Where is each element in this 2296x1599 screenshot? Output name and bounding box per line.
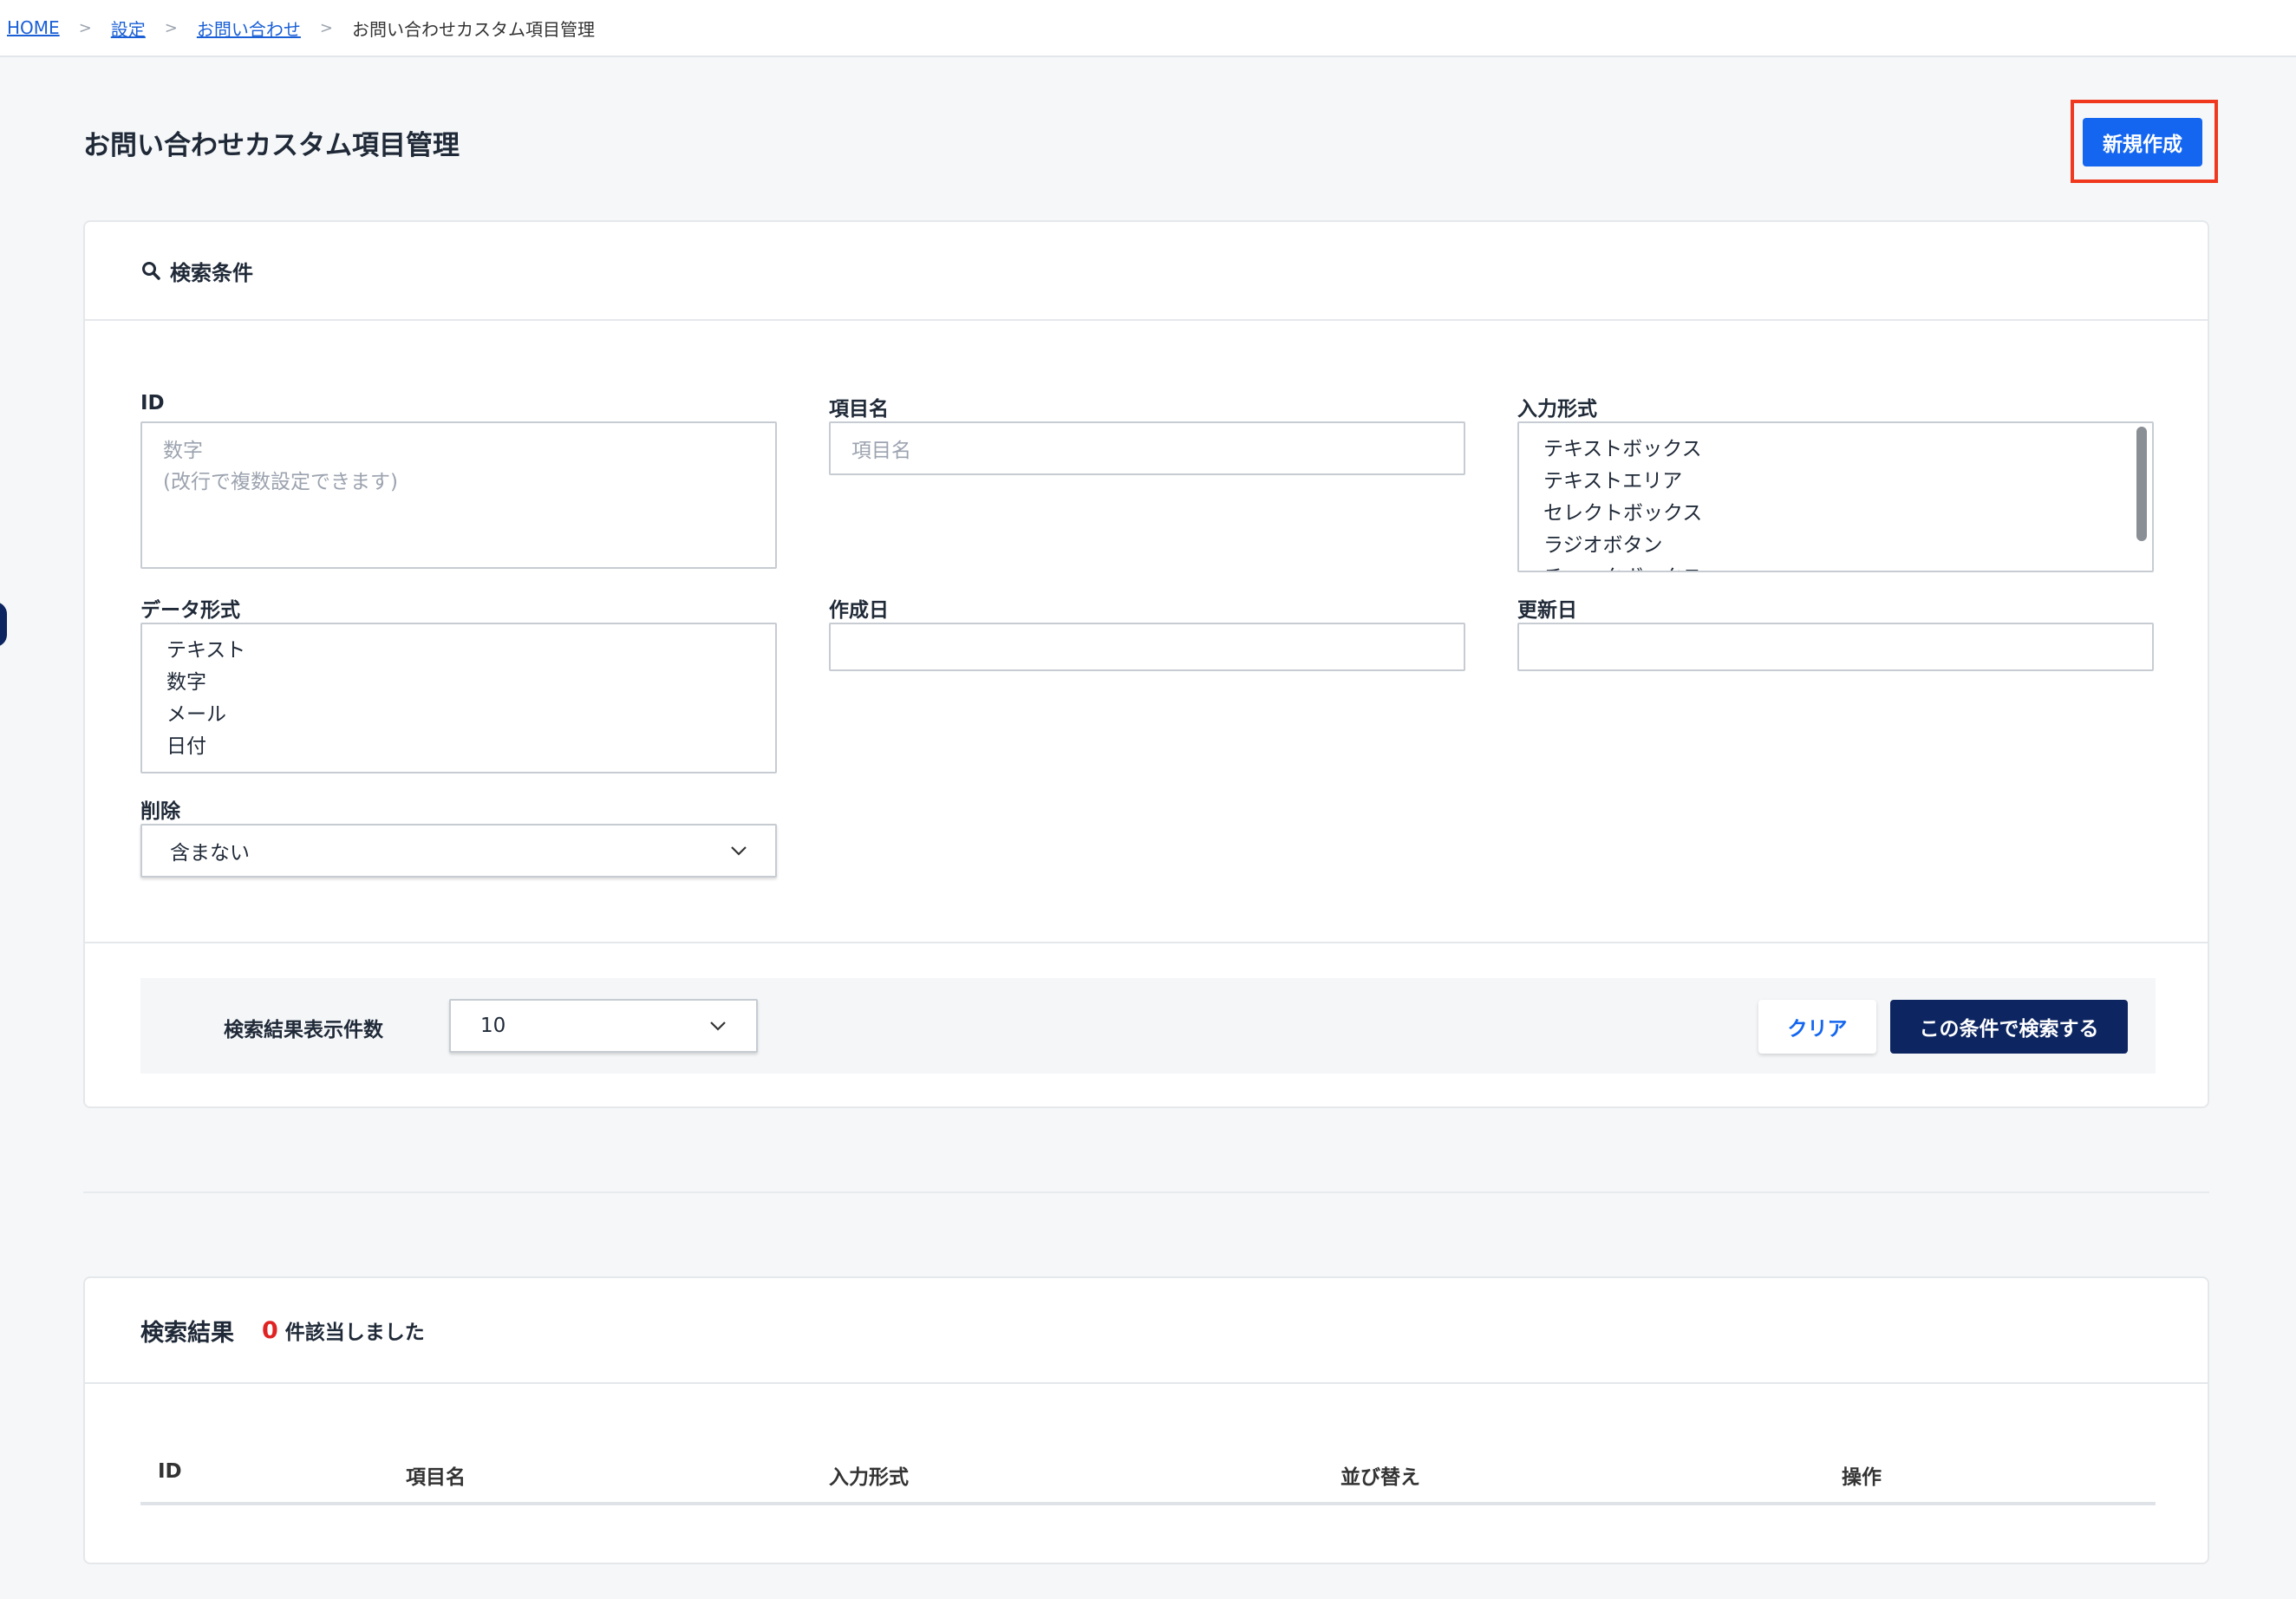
clear-button[interactable]: クリア [1758, 1000, 1876, 1054]
input-type-option[interactable]: テキストボックス [1543, 434, 2128, 466]
data-type-option[interactable]: メール [166, 699, 751, 731]
input-type-option[interactable]: テキストエリア [1543, 466, 2128, 498]
column-header-input-type: 入力形式 [829, 1466, 909, 1489]
column-header-sort-order: 並び替え [1340, 1466, 1420, 1489]
updated-date-input[interactable] [1517, 623, 2154, 671]
search-results-card: 検索結果 0 件該当しました ID 項目名 入力形式 並び替え 操作 [83, 1276, 2209, 1564]
page-title: お問い合わせカスタム項目管理 [83, 130, 460, 161]
column-header-actions: 操作 [1842, 1466, 1882, 1489]
breadcrumb-home-link[interactable]: HOME [7, 17, 60, 38]
item-name-label: 項目名 [829, 398, 889, 421]
rows-per-page-label: 検索結果表示件数 [224, 1019, 383, 1041]
results-count: 0 [262, 1316, 278, 1344]
rows-per-page-value: 10 [480, 1015, 506, 1037]
input-type-label: 入力形式 [1517, 398, 1597, 421]
breadcrumb-separator: > [78, 18, 92, 37]
chevron-down-icon [710, 1021, 726, 1031]
breadcrumb-current: お問い合わせカスタム項目管理 [351, 18, 595, 40]
created-date-input[interactable] [829, 623, 1465, 671]
rows-per-page-select[interactable]: 10 [449, 999, 758, 1053]
search-conditions-card: 検索条件 ID 数字 (改行で複数設定できます) 項目名 項目名 入力形式 テキ… [83, 220, 2209, 1108]
input-type-option[interactable]: チェックボックス [1543, 562, 2128, 571]
id-placeholder-hint: (改行で複数設定できます) [163, 471, 398, 493]
data-type-listbox[interactable]: テキスト 数字 メール 日付 [140, 623, 777, 773]
input-type-listbox[interactable]: テキストボックス テキストエリア セレクトボックス ラジオボタン チェックボック… [1517, 421, 2154, 572]
breadcrumb-separator: > [319, 18, 333, 37]
breadcrumb-settings-link[interactable]: 設定 [111, 16, 146, 41]
deleted-select[interactable]: 含まない [140, 824, 777, 878]
results-title: 検索結果 [140, 1319, 234, 1347]
breadcrumb-contact-link[interactable]: お問い合わせ [197, 16, 301, 41]
deleted-selected-value: 含まない [170, 842, 250, 865]
card-divider [85, 942, 2208, 943]
item-name-placeholder: 項目名 [851, 440, 911, 462]
item-name-input[interactable]: 項目名 [829, 421, 1465, 475]
search-submit-button[interactable]: この条件で検索する [1890, 1000, 2128, 1054]
data-type-label: データ形式 [140, 599, 240, 622]
data-type-option[interactable]: 日付 [166, 731, 751, 763]
results-table-header: ID 項目名 入力形式 並び替え 操作 [140, 1448, 2156, 1505]
page: HOME > 設定 > お問い合わせ > お問い合わせカスタム項目管理 お問い合… [0, 0, 2296, 1599]
new-create-button[interactable]: 新規作成 [2083, 118, 2202, 166]
id-label: ID [140, 392, 165, 414]
created-date-label: 作成日 [829, 599, 889, 622]
deleted-label: 削除 [140, 800, 180, 823]
search-conditions-title: 検索条件 [170, 260, 253, 285]
breadcrumb: HOME > 設定 > お問い合わせ > お問い合わせカスタム項目管理 [0, 0, 2296, 57]
breadcrumb-separator: > [164, 18, 178, 37]
data-type-option[interactable]: 数字 [166, 667, 751, 699]
search-conditions-header: 検索条件 [85, 222, 2208, 321]
side-panel-handle[interactable] [0, 602, 7, 647]
input-type-option[interactable]: セレクトボックス [1543, 498, 2128, 530]
search-icon [142, 262, 160, 280]
results-count-suffix: 件該当しました [284, 1322, 425, 1344]
chevron-down-icon [731, 846, 747, 856]
updated-date-label: 更新日 [1517, 599, 1577, 622]
id-placeholder: 数字 [163, 440, 203, 462]
id-textarea[interactable]: 数字 (改行で複数設定できます) [140, 421, 777, 569]
column-header-id: ID [158, 1460, 182, 1483]
input-type-option[interactable]: ラジオボタン [1543, 530, 2128, 562]
search-results-header: 検索結果 0 件該当しました [85, 1278, 2208, 1384]
data-type-option[interactable]: テキスト [166, 635, 751, 667]
input-type-scrollbar[interactable] [2136, 427, 2147, 541]
column-header-item-name: 項目名 [406, 1466, 466, 1489]
search-action-bar: 検索結果表示件数 10 クリア この条件で検索する [140, 978, 2156, 1074]
section-divider [83, 1191, 2209, 1193]
